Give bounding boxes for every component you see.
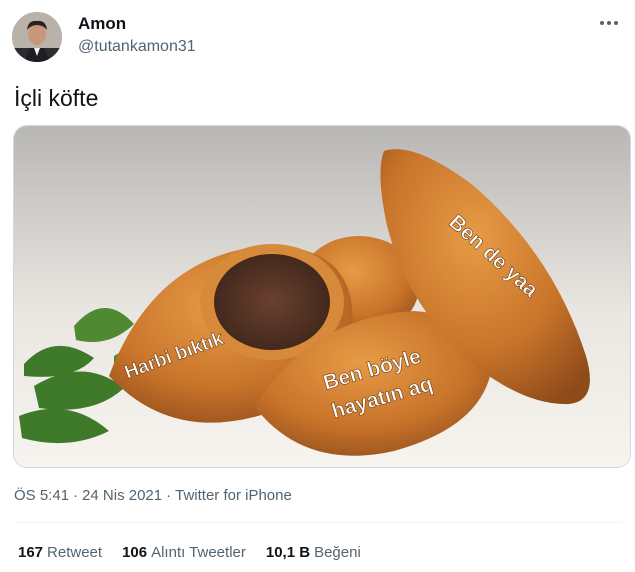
avatar[interactable] [12, 12, 62, 62]
like-count[interactable]: 10,1 B Beğeni [266, 544, 361, 561]
more-icon[interactable] [597, 12, 621, 34]
tweet-source[interactable]: Twitter for iPhone [175, 487, 292, 504]
quote-tweet-count[interactable]: 106 Alıntı Tweetler [122, 544, 246, 561]
author-name[interactable]: Amon [78, 14, 126, 34]
tweet-stats: 167 Retweet 106 Alıntı Tweetler 10,1 B Beğe… [18, 544, 361, 561]
meta-separator: · [166, 487, 172, 504]
author-handle[interactable]: @tutankamon31 [78, 38, 196, 56]
meta-separator: · [73, 487, 79, 504]
divider [14, 522, 621, 523]
tweet-image[interactable]: Harbi bıktık Ben böyle hayatın aq Ben de… [13, 125, 631, 468]
tweet-date[interactable]: 24 Nis 2021 [82, 487, 162, 504]
tweet-time[interactable]: ÖS 5:41 [14, 487, 69, 504]
tweet-text: İçli köfte [14, 85, 99, 111]
tweet-meta: ÖS 5:41 · 24 Nis 2021 · Twitter for iPhone [14, 487, 292, 504]
retweet-count[interactable]: 167 Retweet [18, 544, 102, 561]
